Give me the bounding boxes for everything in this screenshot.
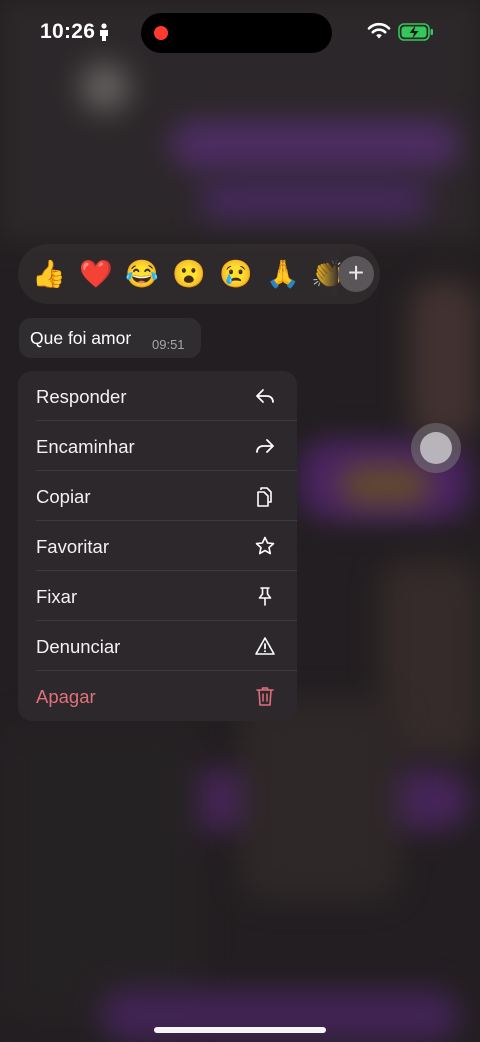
wifi-icon (367, 22, 391, 39)
menu-item-label: Favoritar (36, 536, 109, 557)
menu-item-reply[interactable]: Responder (18, 371, 297, 421)
trash-icon (256, 687, 274, 706)
menu-item-forward[interactable]: Encaminhar (18, 421, 297, 471)
reaction-bar-fade (314, 252, 338, 296)
reply-icon (256, 389, 274, 403)
reaction-heart[interactable]: ❤️ (78, 256, 114, 292)
menu-item-label: Apagar (36, 686, 96, 707)
menu-item-report[interactable]: Denunciar (18, 621, 297, 671)
home-indicator[interactable] (154, 1027, 326, 1033)
warning-icon (255, 637, 275, 655)
pin-icon (258, 587, 272, 606)
recording-dot-icon (154, 26, 168, 40)
menu-item-copy[interactable]: Copiar (18, 471, 297, 521)
reaction-crying[interactable]: 😢 (218, 256, 254, 292)
star-icon (255, 536, 275, 555)
status-time: 10:26 (40, 20, 96, 43)
battery-charging-icon (398, 23, 433, 41)
menu-item-pin[interactable]: Fixar (18, 571, 297, 621)
message-text: Que foi amor (30, 328, 132, 348)
assistive-touch-icon (420, 432, 452, 464)
copy-icon (257, 487, 272, 507)
reaction-bar: 👍 ❤️ 😂 😮 😢 🙏 👏 + (18, 244, 380, 304)
assistive-touch-button[interactable] (411, 423, 461, 473)
reaction-laughing[interactable]: 😂 (124, 256, 160, 292)
reaction-surprised[interactable]: 😮 (171, 256, 207, 292)
menu-item-label: Encaminhar (36, 436, 135, 457)
add-reaction-button[interactable]: + (338, 256, 374, 292)
person-icon (100, 23, 108, 41)
menu-item-label: Denunciar (36, 636, 121, 657)
message-bubble[interactable]: Que foi amor 09:51 (19, 318, 201, 358)
menu-item-delete[interactable]: Apagar (18, 671, 297, 721)
menu-item-label: Copiar (36, 486, 91, 507)
menu-item-label: Responder (36, 386, 127, 407)
message-time: 09:51 (152, 337, 185, 352)
menu-item-label: Fixar (36, 586, 78, 607)
reaction-praying[interactable]: 🙏 (265, 256, 301, 292)
forward-icon (256, 439, 274, 453)
reaction-thumbs-up[interactable]: 👍 (31, 256, 67, 292)
dynamic-island (141, 13, 332, 53)
menu-item-favorite[interactable]: Favoritar (18, 521, 297, 571)
status-bar: 10:26 (0, 0, 480, 64)
message-context-menu: Responder Encaminhar Copiar Favoritar Fi… (18, 371, 297, 721)
